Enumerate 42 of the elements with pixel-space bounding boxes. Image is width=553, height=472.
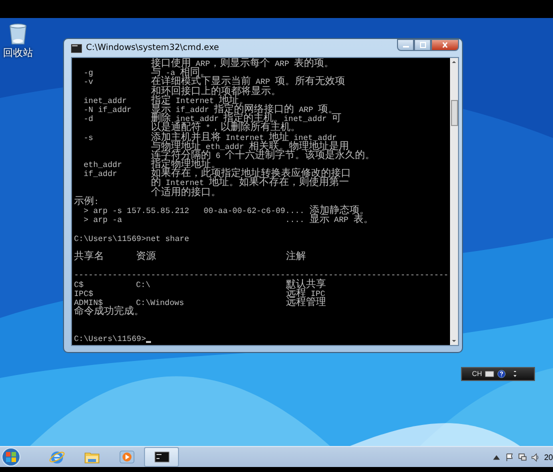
- console-line: 示例:: [74, 198, 99, 207]
- options-icon[interactable]: [513, 369, 518, 379]
- network-icon[interactable]: [518, 452, 528, 462]
- help-icon[interactable]: [497, 370, 506, 378]
- table-cell: 远程管理: [286, 298, 326, 308]
- column-header: 共享名: [74, 252, 104, 262]
- start-button[interactable]: [1, 447, 21, 467]
- column-header: 资源: [136, 252, 156, 262]
- cursor-icon: [146, 341, 152, 343]
- play-icon: [118, 449, 134, 465]
- maximize-button[interactable]: [414, 39, 431, 51]
- close-button[interactable]: [431, 39, 459, 51]
- table-cell: C:\Windows: [136, 298, 184, 308]
- close-icon: [440, 42, 450, 48]
- console-line: 命令成功完成。: [74, 308, 144, 318]
- table-cell: C$: [74, 280, 84, 290]
- console-line: 个适用的接口。: [150, 188, 221, 198]
- console-icon: [71, 44, 82, 52]
- table-cell: 默认共享: [286, 280, 326, 290]
- icon-label[interactable]: 回收站: [3, 48, 33, 60]
- flag-icon[interactable]: [505, 452, 514, 462]
- keyboard-icon[interactable]: [485, 370, 494, 378]
- taskbar-button[interactable]: [144, 447, 179, 467]
- scrollbar[interactable]: [450, 58, 458, 345]
- table-cell: C:\: [136, 280, 150, 290]
- up-arrow-icon[interactable]: [492, 452, 502, 462]
- scroll-up-icon[interactable]: [450, 58, 458, 66]
- speaker-icon[interactable]: [531, 452, 540, 462]
- clock[interactable]: 20: [544, 452, 553, 462]
- console-line: C:\Users\11569>: [74, 334, 146, 344]
- console-icon: [154, 449, 170, 465]
- trash-bin-icon[interactable]: [8, 22, 28, 46]
- console-line: > arp -a .... 显示 ARP 表。: [82, 216, 374, 226]
- column-header: 注解: [286, 252, 306, 262]
- console-line: C:\Users\11569>net share: [74, 234, 190, 244]
- maximize-icon: [418, 42, 428, 48]
- table-cell: IPC$: [74, 290, 94, 299]
- scroll-thumb[interactable]: [450, 100, 458, 126]
- console-line: 和环回接口上的项都将显示。: [150, 88, 281, 97]
- window-title: C:\Windows\system32\cmd.exe: [86, 43, 220, 53]
- minimize-button[interactable]: [397, 39, 414, 51]
- scroll-down-icon[interactable]: [450, 337, 458, 345]
